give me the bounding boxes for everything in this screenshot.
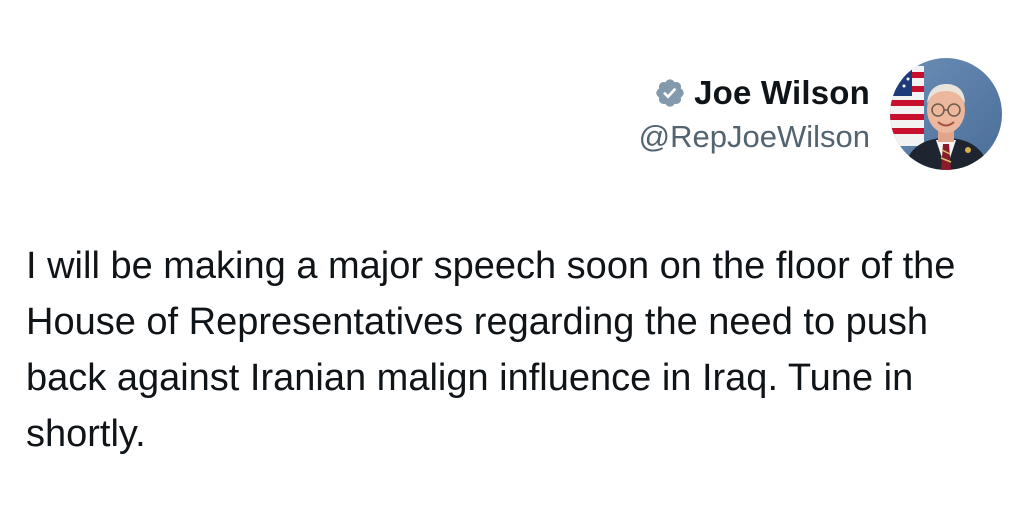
avatar-portrait-image <box>890 58 1002 170</box>
author-handle[interactable]: @RepJoeWilson <box>639 119 870 155</box>
tweet-header: Joe Wilson @RepJoeWilson <box>639 58 1002 170</box>
flag-graphic <box>890 66 924 146</box>
verified-badge-icon <box>654 77 686 109</box>
author-identity: Joe Wilson @RepJoeWilson <box>639 73 870 155</box>
avatar[interactable] <box>890 58 1002 170</box>
author-name-row[interactable]: Joe Wilson <box>654 73 870 113</box>
tweet-text: I will be making a major speech soon on … <box>26 245 966 455</box>
author-display-name[interactable]: Joe Wilson <box>694 74 870 112</box>
